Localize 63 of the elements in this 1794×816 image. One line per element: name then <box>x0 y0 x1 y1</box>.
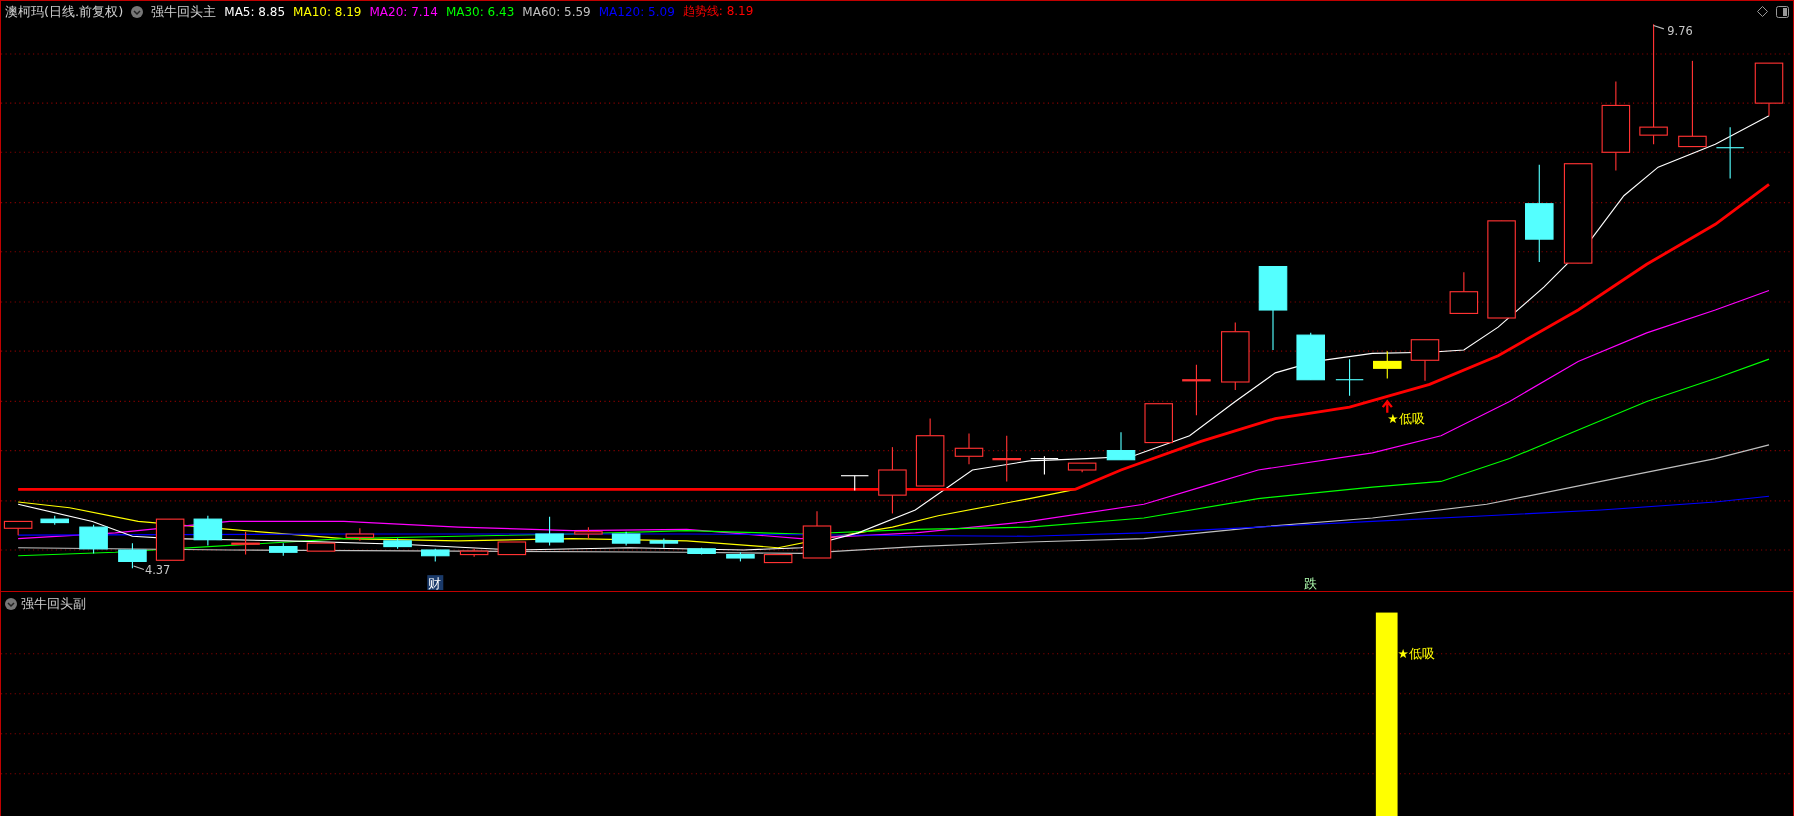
candlestick <box>269 542 298 557</box>
candlestick <box>40 515 69 526</box>
moving-average-value: 趋势线: 8.19 <box>682 3 754 20</box>
moving-average-value: MA120: 5.09 <box>598 4 675 19</box>
candlestick <box>763 554 793 564</box>
candlestick <box>497 541 527 556</box>
candlestick <box>535 516 564 546</box>
finance-tag: 财 <box>427 575 444 591</box>
candlestick <box>611 531 641 546</box>
low-price-label: 4.37 <box>145 563 171 577</box>
leader-line <box>133 565 145 570</box>
candlestick <box>1106 431 1136 461</box>
sub-indicator-name: 强牛回头副 <box>21 595 86 614</box>
diamond-icon[interactable] <box>1757 6 1768 17</box>
candlestick <box>726 551 755 562</box>
candlestick <box>954 432 984 465</box>
candlestick <box>155 518 185 561</box>
candlestick <box>3 520 33 536</box>
candlestick <box>878 446 907 514</box>
buy-signal-label: ★低吸 <box>1387 411 1425 427</box>
candlestick <box>421 548 450 562</box>
candlestick <box>1373 350 1402 380</box>
up-arrow-icon <box>1381 399 1393 414</box>
candlestick <box>193 515 223 546</box>
moving-average-value: MA20: 7.14 <box>369 4 438 19</box>
candlestick <box>915 418 945 487</box>
stock-title: 澳柯玛(日线.前复权) <box>5 2 124 21</box>
candlestick <box>1715 126 1745 180</box>
moving-average-value: MA10: 8.19 <box>293 4 362 19</box>
candlestick <box>649 538 679 549</box>
candlestick <box>1182 364 1211 416</box>
chevron-down-icon[interactable] <box>131 5 144 18</box>
moving-average-value: MA30: 6.43 <box>445 4 515 19</box>
candlestick <box>1067 462 1097 473</box>
leader-line <box>1653 24 1665 30</box>
candlestick <box>231 531 260 556</box>
candlestick <box>840 475 869 492</box>
candlestick <box>1754 62 1784 117</box>
candlestick <box>687 547 716 556</box>
candlestick <box>1221 322 1250 391</box>
moving-average-value: MA5: 8.85 <box>224 4 286 19</box>
candlestick <box>1449 271 1479 314</box>
candlestick <box>1335 358 1364 397</box>
candlestick <box>79 524 108 554</box>
fall-tag: 跌 <box>1303 575 1317 591</box>
candlestick <box>992 435 1021 482</box>
candlestick <box>802 510 832 559</box>
panel-toggle-icon[interactable] <box>1776 5 1789 18</box>
candlestick <box>1030 455 1059 476</box>
candlestick <box>306 542 336 552</box>
candlestick <box>1296 332 1325 381</box>
candlestick <box>118 542 147 569</box>
moving-average-value: MA60: 5.59 <box>522 4 591 19</box>
candlestick <box>383 538 412 550</box>
candlestick <box>459 548 489 558</box>
candlestick <box>1144 403 1173 444</box>
indicator-name: 强牛回头主 <box>151 2 217 21</box>
buy-signal-label: ★低吸 <box>1397 646 1435 662</box>
candlestick <box>1410 339 1440 382</box>
chevron-down-icon[interactable] <box>5 598 17 611</box>
high-price-label: 9.76 <box>1667 23 1693 38</box>
candlestick <box>345 527 375 542</box>
candlestick <box>574 526 603 540</box>
